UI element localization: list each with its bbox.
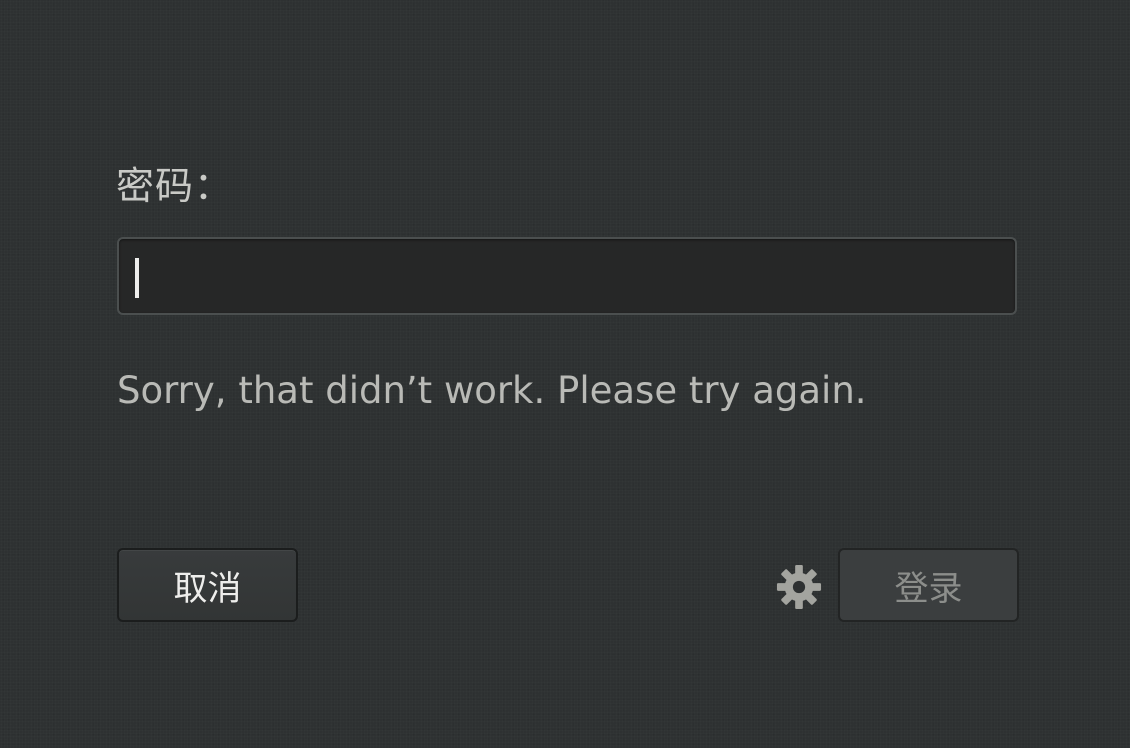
error-message: Sorry, that didn’t work. Please try agai…: [117, 369, 867, 412]
password-input[interactable]: [119, 239, 1015, 313]
password-field-box[interactable]: [117, 237, 1017, 315]
login-button[interactable]: 登录: [838, 548, 1019, 622]
cancel-button[interactable]: 取消: [117, 548, 298, 622]
gear-icon[interactable]: [776, 564, 822, 610]
login-screen: 密码： Sorry, that didn’t work. Please try …: [0, 0, 1130, 748]
password-label: 密码：: [116, 164, 234, 208]
text-cursor: [135, 258, 139, 298]
